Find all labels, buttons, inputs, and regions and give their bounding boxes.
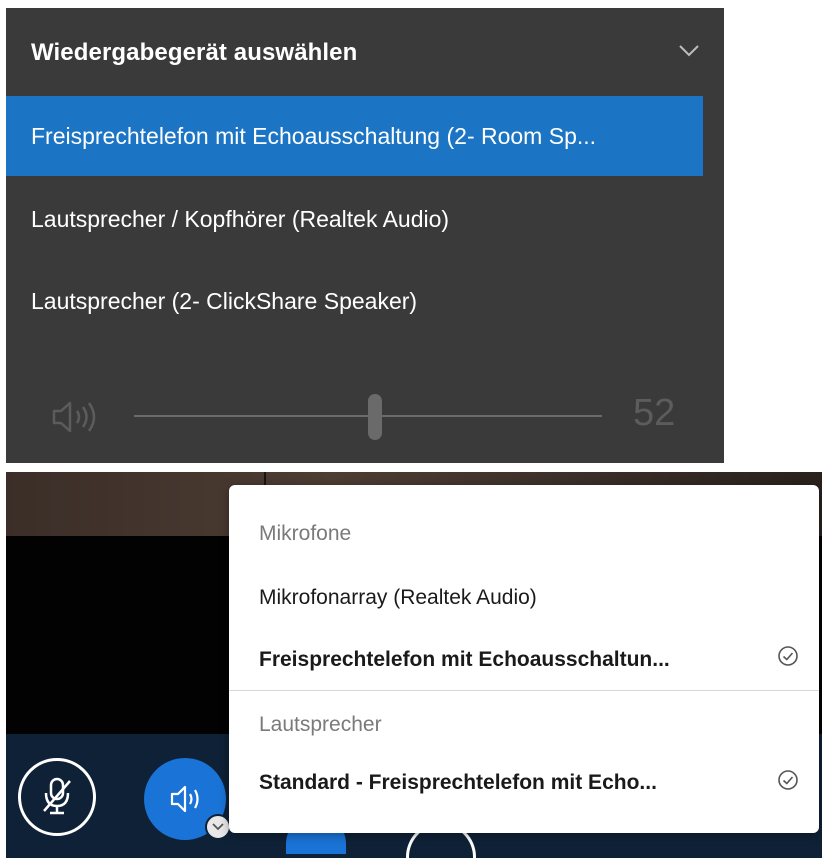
device-item-realtek[interactable]: Lautsprecher / Kopfhörer (Realtek Audio) <box>6 179 703 259</box>
check-circle-icon <box>777 645 799 667</box>
chevron-down-icon <box>212 823 224 831</box>
volume-value: 52 <box>633 392 676 434</box>
speaker-item-standard[interactable]: Standard - Freisprechtelefon mit Echo... <box>259 771 657 795</box>
device-item-freisprechtelefon[interactable]: Freisprechtelefon mit Echoausschaltung (… <box>6 96 703 176</box>
panel-title: Wiedergabegerät auswählen <box>31 39 358 66</box>
audio-device-menu: Mikrofone Mikrofonarray (Realtek Audio) … <box>229 485 819 833</box>
mute-microphone-button[interactable] <box>18 758 96 836</box>
panel-header[interactable]: Wiedergabegerät auswählen <box>6 8 724 96</box>
device-item-clickshare[interactable]: Lautsprecher (2- ClickShare Speaker) <box>6 261 703 341</box>
speaker-options-caret[interactable] <box>205 814 231 840</box>
microphone-muted-icon <box>43 777 71 815</box>
speakers-section-label: Lautsprecher <box>259 713 382 736</box>
speaker-icon <box>170 785 199 813</box>
playback-device-panel: Wiedergabegerät auswählen Freisprechtele… <box>6 8 724 463</box>
speaker-volume-icon[interactable] <box>50 399 106 435</box>
check-circle-icon <box>777 769 799 791</box>
chevron-down-icon[interactable] <box>678 44 700 58</box>
microphone-item-freisprechtelefon[interactable]: Freisprechtelefon mit Echoausschaltun... <box>259 648 670 672</box>
microphone-item-realtek[interactable]: Mikrofonarray (Realtek Audio) <box>259 586 537 610</box>
microphones-section-label: Mikrofone <box>259 522 352 545</box>
menu-divider <box>229 690 819 691</box>
volume-slider-thumb[interactable] <box>368 394 382 440</box>
volume-control: 52 <box>6 380 724 450</box>
